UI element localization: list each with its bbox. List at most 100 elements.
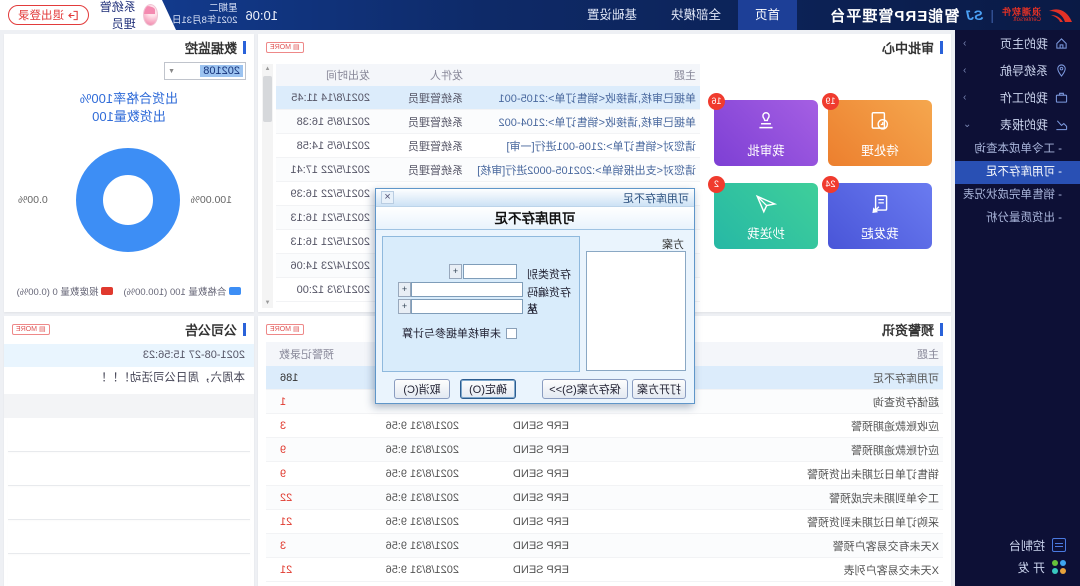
dialog-titlebar[interactable]: 可用库存不足 × [376,189,694,207]
company-name: 浪潮软件 [1001,8,1041,17]
table-row[interactable]: 销售订单日过期未出货预警 ERP SEND 2021/8/31 9:56 9 [266,462,943,486]
list-item [8,557,250,586]
stock-query-dialog: 可用库存不足 × 可用库存不足 方案 存货类别 + 存货编码从 + 至 + 未审… [375,188,695,404]
period-select[interactable]: 202108 ▼ [164,62,246,80]
sidebar-subitem-available-stock[interactable]: - 可用库存不足 [955,161,1080,184]
sidebar-subitem-sales-completion[interactable]: - 销售单完成状况表 [955,184,1080,207]
scheme-listbox[interactable] [586,251,686,371]
table-row[interactable]: 单据已审核,请接收<销售订单>:2105-001 系统管理员 2021/8/14… [276,86,700,110]
sidebar-item-system-nav[interactable]: 系统导航 › [955,57,1080,84]
open-scheme-button[interactable]: 打开方案 [632,379,686,399]
ok-button[interactable]: 确定(O) [460,379,516,399]
table-row[interactable]: 请您对<销售订单>:2106-001进行[一审] 系统管理员 2021/6/5 … [276,134,700,158]
subitem-label: 销售单完成状况表 [963,189,1055,201]
legend-label: 报废数量 0 (0.00%) [17,284,99,298]
sidebar-item-my-work[interactable]: 我的工作 › [955,84,1080,111]
location-icon [1055,64,1068,77]
donut-chart [76,148,180,252]
sidebar-subitem-shipment-quality[interactable]: - 出货质量分析 [955,207,1080,230]
row-subject: 工令单到期未完成预警 [573,490,943,506]
tab-all-modules[interactable]: 全部模块 [654,0,738,30]
legend-label: 合格数量 100 (100.00%) [123,284,226,298]
logout-button[interactable]: 退出登录 [8,5,89,25]
row-time: 2021/5/21 16:13 [276,212,374,224]
sidebar-item-my-home[interactable]: 我的主页 › [955,30,1080,57]
add-icon[interactable]: + [449,264,462,279]
scroll-up-icon[interactable]: ▲ [265,64,271,74]
tile-my-approvals[interactable]: 16 我审批 [714,100,818,166]
category-input[interactable] [463,264,517,279]
console-button[interactable]: 控制台 [955,534,1080,556]
scrollbar[interactable]: ▲ ▼ [262,64,273,308]
date-label: 2021年8月31日 [172,15,237,27]
notice-panel-title: 公司公告 [185,320,237,339]
legend-item-pass[interactable]: 合格数量 100 (100.00%) [123,284,241,298]
code-to-input[interactable] [411,299,523,314]
tile-pending[interactable]: 19 待处理 [828,100,932,166]
sidebar-footer: 控制台 开 发 [955,534,1080,578]
save-scheme-button[interactable]: 保存方案(S)>> [542,379,628,399]
row-time: 2021/8/31 9:56 [338,516,463,528]
legend-swatch [101,287,113,295]
alerts-panel-title: 预警资讯 [882,320,934,339]
user-section: 系统管理员 退出登录 [0,0,176,30]
code-from-input[interactable] [411,282,523,297]
tile-cc-to-me[interactable]: 2 抄送我 [714,183,818,249]
table-row[interactable]: X天未交易客户列表 ERP SEND 2021/8/31 9:56 21 [266,558,943,582]
legend-item-scrap[interactable]: 报废数量 0 (0.00%) [17,284,114,298]
include-unaudited-checkbox-row: 未审核单据参与计算 [402,325,517,341]
subitem-label: 可用库存不足 [986,166,1055,178]
more-label: MORE [270,44,291,51]
row-subject: 销售订单日过期未出货预警 [573,466,943,482]
tab-home[interactable]: 首页 [738,0,797,30]
row-sender: ERP SEND [463,420,573,432]
notice-content[interactable]: 本周六，周日公司活动！！！ [4,367,254,390]
chevron-down-icon: ⌄ [963,119,971,130]
more-button[interactable]: ▤ MORE [12,324,50,335]
shipment-qty-text: 出货数量100 [4,106,254,125]
row-count: 3 [266,540,338,552]
stamp-icon [755,110,777,132]
title-marker [940,41,943,54]
sidebar-item-label: 我的工作 [1000,89,1048,106]
close-icon[interactable]: × [381,191,394,204]
table-row[interactable]: 应付账款逾期预警 ERP SEND 2021/8/31 9:56 9 [266,438,943,462]
badge-count: 19 [822,93,839,110]
approval-table-header: 主题 发件人 发出时间 [276,64,700,86]
title-marker [243,41,246,54]
table-row[interactable]: 工令单到期未完成预警 ERP SEND 2021/8/31 9:56 22 [266,486,943,510]
cancel-button[interactable]: 取消(C) [394,379,450,399]
row-subject: 请您对<支出报销单>:202105-0002进行[审核] [467,162,700,178]
develop-button[interactable]: 开 发 [955,556,1080,578]
table-row[interactable]: 请您对<支出报销单>:202105-0002进行[审核] 系统管理员 2021/… [276,158,700,182]
dialog-title: 可用库存不足 [623,190,689,206]
row-time: 2021/4/23 14:06 [276,260,374,272]
table-row[interactable]: 应收账款逾期预警 ERP SEND 2021/8/31 9:56 3 [266,414,943,438]
table-row[interactable]: X天未有交易客户预警 ERP SEND 2021/8/31 9:56 3 [266,534,943,558]
notice-datetime[interactable]: 2021-08-27 15:56:23 [4,344,254,367]
brand-area: 浪潮软件 Centersoft | SJ 智能ERP管理平台 [829,0,1074,30]
avatar[interactable] [143,4,158,26]
sidebar-item-my-reports[interactable]: 我的报表 ⌄ [955,111,1080,138]
add-icon[interactable]: + [398,282,411,297]
scroll-down-icon[interactable]: ▼ [265,298,271,308]
sidebar-subitem-workorder-cost[interactable]: - 工令单成本查询 [955,138,1080,161]
row-sender: ERP SEND [463,516,573,528]
scrollbar-thumb[interactable] [263,76,272,122]
chevron-right-icon: › [963,38,966,49]
notice-panel: 公司公告 ▤ MORE 2021-08-27 15:56:23 本周六，周日公司… [4,316,254,586]
tile-initiated-by-me[interactable]: 24 我发起 [828,183,932,249]
col-time: 发出时间 [276,67,374,83]
more-button[interactable]: ▤ MORE [266,324,304,335]
row-sender: 系统管理员 [374,90,467,106]
row-sender: ERP SEND [463,444,573,456]
add-icon[interactable]: + [398,299,411,314]
inspur-logo-icon [1048,6,1074,24]
checkbox[interactable] [506,328,517,339]
row-sender: 系统管理员 [374,138,467,154]
table-row[interactable]: 单据已审核,请接收<销售订单>:2104-002 系统管理员 2021/8/5 … [276,110,700,134]
chevron-right-icon: › [963,92,966,103]
table-row[interactable]: 采购订单日过期未到货预警 ERP SEND 2021/8/31 9:56 21 [266,510,943,534]
tab-basic-settings[interactable]: 基础设置 [570,0,654,30]
more-button[interactable]: ▤ MORE [266,42,304,53]
